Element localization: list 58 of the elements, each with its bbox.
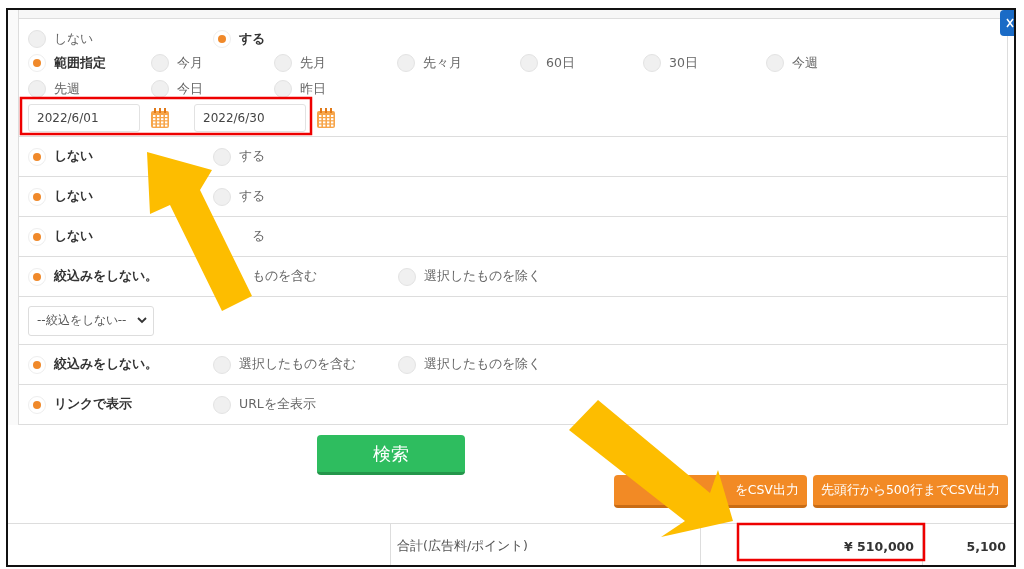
option-label: URLを全表示 xyxy=(239,396,316,413)
radio-button[interactable] xyxy=(28,30,46,48)
radio-button[interactable] xyxy=(274,80,292,98)
option-label: しない xyxy=(54,188,93,205)
option-label: 今月 xyxy=(177,54,203,72)
radio-button[interactable] xyxy=(28,395,46,414)
radio-button[interactable] xyxy=(28,227,46,246)
option-label: 今日 xyxy=(177,80,203,98)
radio-button[interactable] xyxy=(213,30,231,48)
option-label: る xyxy=(252,228,265,245)
option-label: しない xyxy=(54,30,93,48)
radio-button[interactable] xyxy=(28,355,46,374)
radio-button[interactable] xyxy=(28,54,46,72)
option-label: 範囲指定 xyxy=(54,54,106,72)
option-label: 昨日 xyxy=(300,80,326,98)
radio-button[interactable] xyxy=(213,395,231,414)
option-label: 絞込みをしない。 xyxy=(54,356,158,373)
radio-button[interactable] xyxy=(274,54,292,72)
option-label: する xyxy=(239,188,265,205)
radio-button[interactable] xyxy=(28,80,46,98)
option-label: 選択したものを除く xyxy=(424,268,541,285)
radio-button[interactable] xyxy=(28,187,46,206)
radio-button[interactable] xyxy=(766,54,784,72)
radio-button[interactable] xyxy=(520,54,538,72)
option-label: 先月 xyxy=(300,54,326,72)
option-label: しない xyxy=(54,148,93,165)
option-label: 選択したものを除く xyxy=(424,356,541,373)
chevron-down-icon xyxy=(137,317,147,324)
date-field[interactable]: 2022/6/01 xyxy=(28,104,140,132)
radio-button[interactable] xyxy=(643,54,661,72)
filter-dropdown[interactable]: --絞込をしない-- xyxy=(28,305,154,336)
option-label: ものを含む xyxy=(252,268,317,285)
option-label: 今週 xyxy=(792,54,818,72)
date-field[interactable]: 2022/6/30 xyxy=(194,104,306,132)
option-label: 先々月 xyxy=(423,54,462,72)
radio-button[interactable] xyxy=(397,54,415,72)
radio-button[interactable] xyxy=(398,355,416,374)
radio-button[interactable] xyxy=(213,355,231,374)
option-label: する xyxy=(239,30,265,48)
option-label: する xyxy=(239,148,265,165)
calendar-icon[interactable] xyxy=(150,107,170,129)
option-label: 30日 xyxy=(669,54,698,72)
close-tab[interactable] xyxy=(1000,10,1014,36)
option-label: 選択したものを含む xyxy=(239,356,356,373)
option-label: 先週 xyxy=(54,80,80,98)
radio-button[interactable] xyxy=(213,147,231,166)
radio-button[interactable] xyxy=(213,187,231,206)
radio-button[interactable] xyxy=(398,267,416,286)
calendar-icon[interactable] xyxy=(316,107,336,129)
radio-button[interactable] xyxy=(28,267,46,286)
option-label: 絞込みをしない。 xyxy=(54,268,158,285)
radio-button[interactable] xyxy=(28,147,46,166)
option-label: 60日 xyxy=(546,54,575,72)
table-cell-text: 5,100 xyxy=(965,537,1007,556)
radio-button[interactable] xyxy=(151,54,169,72)
option-label: しない xyxy=(54,228,93,245)
radio-button[interactable] xyxy=(151,80,169,98)
option-label: リンクで表示 xyxy=(54,396,132,413)
